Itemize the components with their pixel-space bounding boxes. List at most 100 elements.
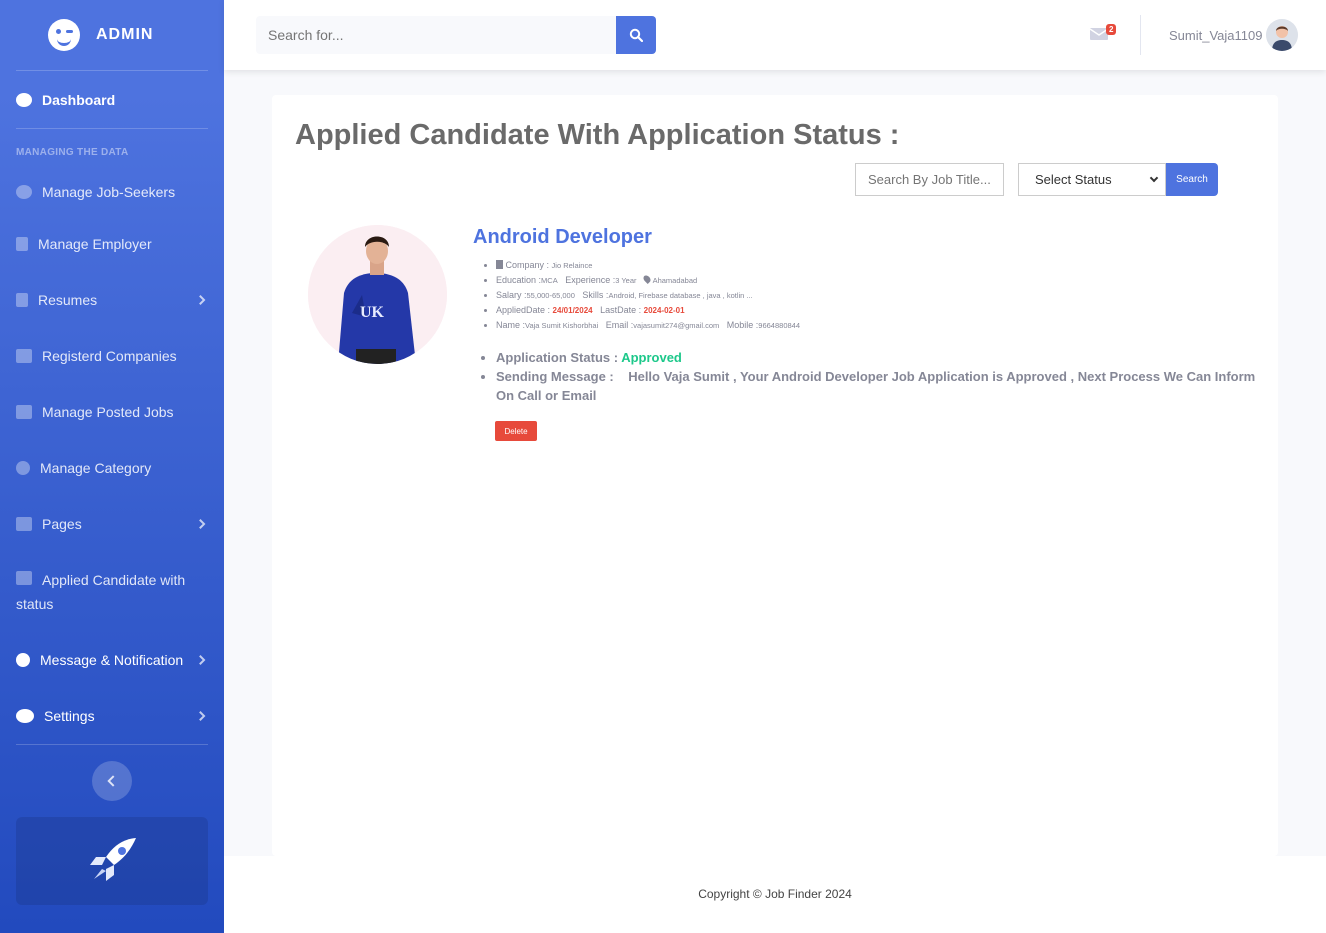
sidebar-item-label: Dashboard (42, 91, 116, 108)
tachometer-icon (16, 92, 32, 107)
sidebar: ADMIN Dashboard MANAGING THE DATA Manage… (0, 0, 224, 933)
sidebar-item-label-wrap: Applied Candidate with status (16, 566, 185, 616)
chevron-down-icon (1149, 173, 1159, 183)
brand[interactable]: ADMIN (0, 0, 224, 70)
sidebar-item-label: Manage Job-Seekers (42, 184, 176, 200)
sidebar-item-label: Pages (42, 516, 82, 532)
rocket-icon (90, 838, 136, 881)
job-title-filter-input[interactable] (855, 163, 1004, 196)
applied-date-label: AppliedDate : (496, 305, 553, 315)
list-item: Company : Jio Relaince (496, 258, 800, 273)
search-icon (629, 28, 643, 42)
main-card: Applied Candidate With Application Statu… (272, 95, 1278, 856)
sidebar-item-label: Manage Category (40, 460, 152, 476)
last-date-value: 2024-02-01 (643, 306, 685, 315)
topbar-divider (1140, 15, 1141, 55)
search-input[interactable] (256, 16, 616, 54)
sidebar-toggle-button[interactable] (92, 761, 132, 801)
status-badge: Approved (621, 350, 682, 365)
sidebar-item-settings[interactable]: Settings (0, 688, 224, 744)
sidebar-item-label-line2: status (16, 596, 54, 612)
sidebar-item-label: Applied Candidate with (42, 572, 186, 588)
svg-text:UK: UK (360, 304, 385, 321)
user-name[interactable]: Sumit_Vaja1109 (1169, 28, 1262, 43)
sidebar-item-resumes[interactable]: Resumes (0, 272, 224, 328)
applied-date-value: 24/01/2024 (552, 306, 593, 315)
search-button[interactable] (616, 16, 656, 54)
sidebar-item-category[interactable]: Manage Category (0, 440, 224, 496)
building-icon (16, 237, 28, 251)
sidebar-item-employer[interactable]: Manage Employer (0, 216, 224, 272)
list-item: Salary :55,000-65,000 Skills :Android, F… (496, 288, 800, 303)
education-value: MCA (541, 276, 558, 285)
brand-name: ADMIN (96, 26, 154, 43)
chevron-right-icon (195, 519, 206, 529)
chevron-right-icon (195, 711, 206, 721)
sidebar-item-pages[interactable]: Pages (0, 496, 224, 552)
topbar-search (256, 16, 656, 54)
footer: Copyright © Job Finder 2024 (224, 856, 1326, 933)
book-icon (16, 571, 32, 585)
sidebar-item-companies[interactable]: Registerd Companies (0, 328, 224, 384)
email-label: Email : (605, 320, 634, 330)
sidebar-item-message-notification[interactable]: Message & Notification (0, 632, 224, 688)
chevron-right-icon (195, 295, 206, 305)
salary-label: Salary : (496, 290, 527, 300)
experience-value: 3 Year (615, 276, 637, 285)
name-value: Vaja Sumit Kishorbhai (525, 321, 599, 330)
mail-counter-badge: 2 (1106, 24, 1117, 35)
skills-value: Android, Firebase database , java , kotl… (608, 291, 753, 300)
sidebar-promo-card (16, 817, 208, 905)
company-value: Jio Relaince (551, 261, 593, 270)
sidebar-item-label: Message & Notification (40, 652, 184, 668)
sidebar-item-job-seekers[interactable]: Manage Job-Seekers (0, 168, 224, 216)
user-icon (16, 185, 32, 199)
email-value: vajasumit274@gmail.com (633, 321, 720, 330)
location-value: Ahamadabad (652, 276, 698, 285)
mobile-label: Mobile : (726, 320, 759, 330)
sidebar-item-posted-jobs[interactable]: Manage Posted Jobs (0, 384, 224, 440)
skills-label: Skills : (582, 290, 609, 300)
sidebar-item-applied-candidate[interactable]: Applied Candidate with status (0, 552, 224, 632)
folder-icon (16, 517, 32, 531)
sidebar-heading: MANAGING THE DATA (16, 147, 129, 158)
list-item: Name :Vaja Sumit Kishorbhai Email :vajas… (496, 318, 800, 333)
list-item: Application Status : Approved (496, 348, 1256, 367)
salary-value: 55,000-65,000 (526, 291, 575, 300)
company-label: Company : (505, 260, 552, 270)
list-item: Education :MCA Experience :3 Year Ahamad… (496, 273, 800, 288)
users-icon (16, 349, 32, 363)
candidate-photo: UK (308, 225, 447, 364)
job-meta-list: Company : Jio Relaince Education :MCA Ex… (496, 258, 800, 333)
building-icon (496, 260, 503, 269)
sidebar-item-label: Resumes (38, 292, 98, 308)
status-label: Application Status : (496, 350, 622, 365)
sidebar-item-dashboard[interactable]: Dashboard (0, 71, 224, 128)
smile-icon (16, 461, 30, 475)
laugh-wink-icon (48, 19, 80, 51)
map-marker-icon (642, 274, 652, 284)
table-icon (16, 405, 32, 419)
sidebar-divider (16, 744, 208, 745)
status-select-value: Select Status (1035, 172, 1112, 187)
sidebar-item-label: Registerd Companies (42, 348, 177, 364)
user-avatar[interactable] (1266, 19, 1298, 51)
experience-label: Experience : (565, 275, 616, 285)
job-title[interactable]: Android Developer (473, 226, 652, 249)
copyright-text: Copyright © Job Finder 2024 (698, 887, 852, 901)
filter-search-button[interactable]: Search (1166, 163, 1218, 196)
last-date-label: LastDate : (600, 305, 644, 315)
avatar-icon (1266, 19, 1298, 51)
sidebar-item-label: Manage Posted Jobs (42, 404, 174, 420)
file-icon (16, 293, 28, 307)
sidebar-item-label: Settings (44, 708, 95, 724)
status-select[interactable]: Select Status (1018, 163, 1166, 196)
gears-icon (16, 709, 34, 723)
chevron-right-icon (195, 655, 206, 665)
page-title: Applied Candidate With Application Statu… (295, 119, 900, 151)
sidebar-item-label: Manage Employer (38, 236, 152, 252)
message-label: Sending Message : (496, 369, 614, 384)
list-item: Sending Message : Hello Vaja Sumit , You… (496, 367, 1256, 405)
delete-button[interactable]: Delete (495, 421, 537, 441)
mobile-value: 9664880844 (758, 321, 801, 330)
